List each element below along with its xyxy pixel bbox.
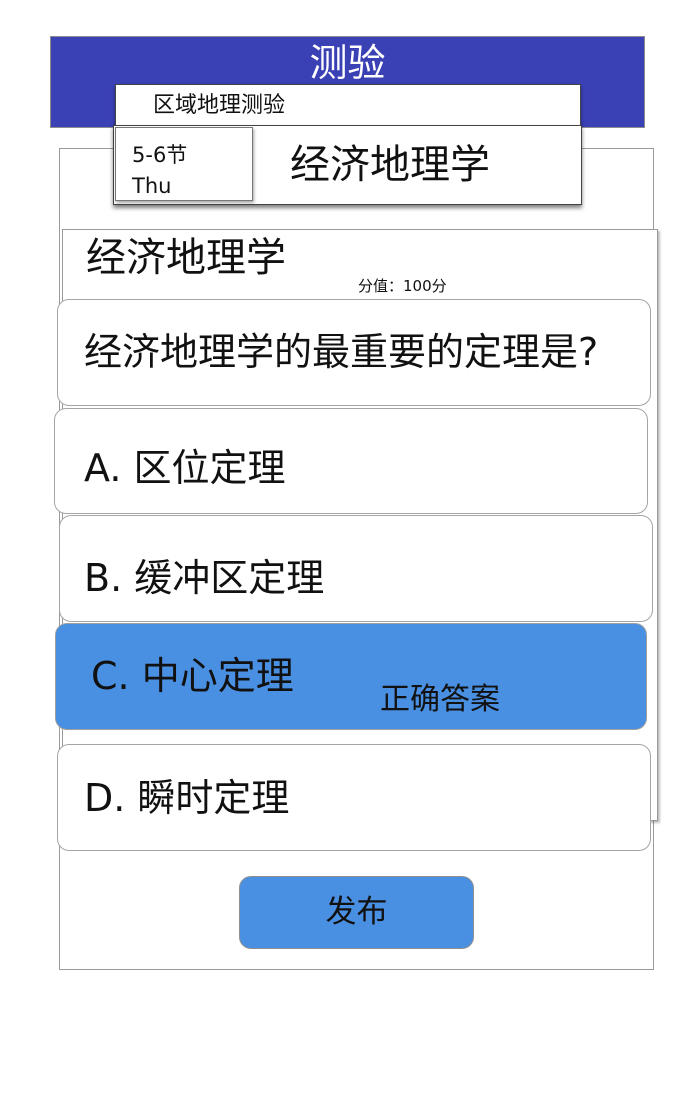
option-d-label: D. 瞬时定理: [84, 776, 290, 820]
quiz-title: 经济地理学: [86, 235, 286, 281]
question-text: 经济地理学的最重要的定理是?: [84, 330, 599, 374]
option-c-label: C. 中心定理: [91, 654, 294, 698]
class-time-label: 5-6节 Thu: [132, 140, 187, 202]
class-period: 5-6节: [132, 143, 188, 167]
option-b-label: B. 缓冲区定理: [84, 556, 325, 600]
page-title: 测验: [309, 41, 386, 85]
course-name: 经济地理学: [290, 142, 490, 188]
class-day: Thu: [132, 174, 172, 198]
correct-answer-tag: 正确答案: [380, 682, 500, 717]
option-a-label: A. 区位定理: [84, 446, 286, 490]
quiz-category-label: 区域地理测验: [153, 93, 286, 118]
score-label: 分值：100分: [358, 277, 447, 295]
publish-button[interactable]: 发布: [239, 876, 474, 949]
